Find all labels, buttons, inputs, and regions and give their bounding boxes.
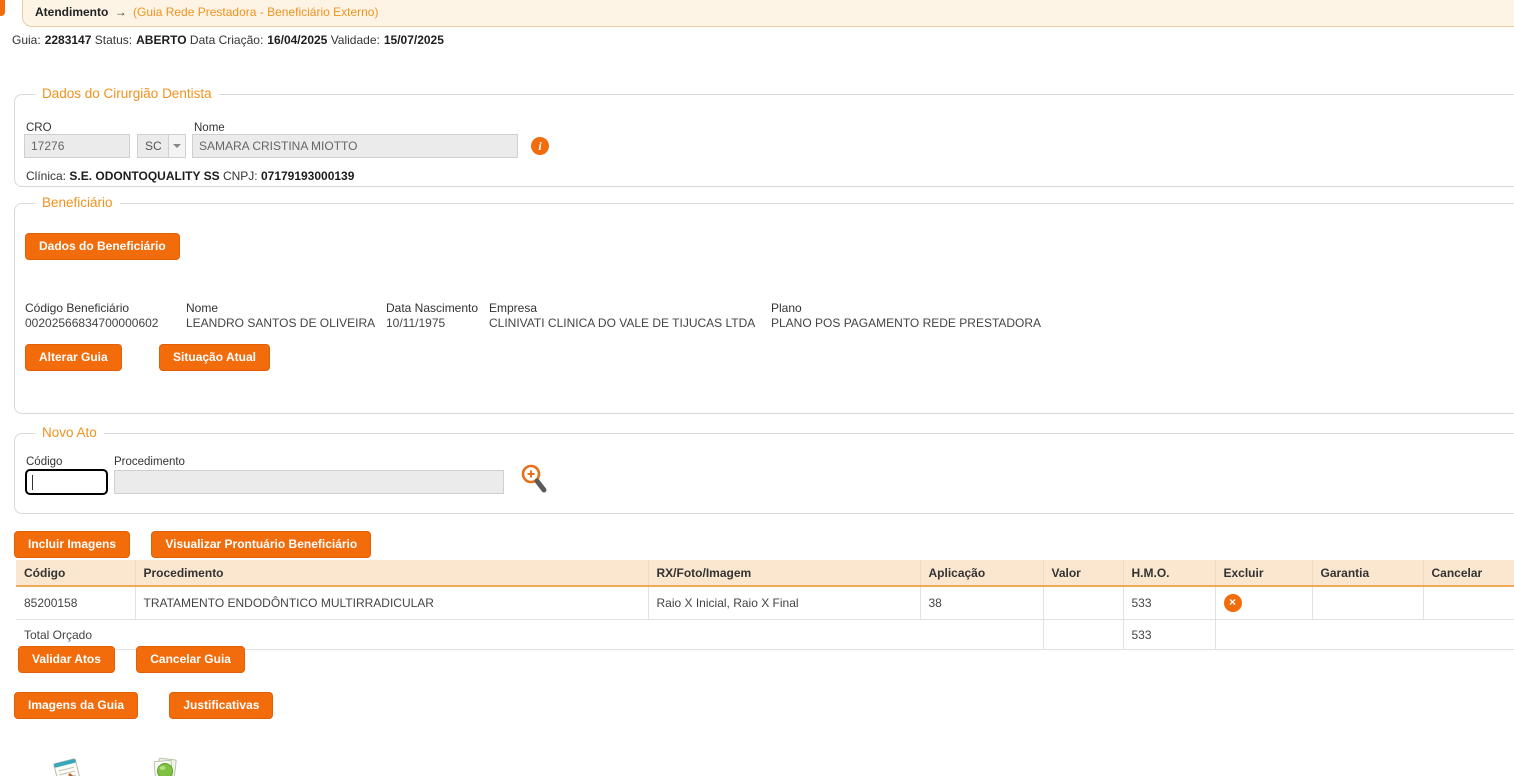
chevron-down-icon bbox=[168, 135, 185, 157]
breadcrumb-arrow-icon: → bbox=[114, 5, 127, 19]
clinica-line: Clínica: S.E. ODONTOQUALITY SS CNPJ: 071… bbox=[26, 169, 354, 183]
cell-procedimento: TRATAMENTO ENDODÔNTICO MULTIRRADICULAR bbox=[135, 586, 649, 620]
clinica-value: S.E. ODONTOQUALITY SS bbox=[69, 169, 220, 183]
notepad-icon[interactable] bbox=[50, 757, 84, 776]
beneficiario-nome-value: LEANDRO SANTOS DE OLIVEIRA bbox=[186, 316, 376, 330]
guia-status-line: Guia: 2283147 Status: ABERTO Data Criação:… bbox=[12, 33, 444, 47]
col-header-valor: Valor bbox=[1043, 560, 1124, 587]
cancelar-guia-button[interactable]: Cancelar Guia bbox=[136, 646, 245, 673]
empresa-label: Empresa bbox=[489, 301, 538, 315]
col-header-hmo: H.M.O. bbox=[1123, 560, 1216, 587]
fieldset-cirurgiao-dentista: Dados do Cirurgião Dentista CRO 17276 SC… bbox=[14, 86, 1514, 187]
total-label-cell: Total Orçado bbox=[16, 619, 1044, 650]
cell-garantia bbox=[1312, 586, 1424, 620]
uf-value: SC bbox=[145, 139, 162, 153]
beneficiario-plano-col: Plano PLANO POS PAGAMENTO REDE PRESTADOR… bbox=[771, 301, 1041, 330]
nome-label: Nome bbox=[194, 122, 225, 134]
situacao-atual-button[interactable]: Situação Atual bbox=[159, 344, 270, 371]
col-header-procedimento: Procedimento bbox=[135, 560, 649, 587]
cell-valor bbox=[1043, 586, 1124, 620]
codigo-beneficiario-value: 00202566834700000602 bbox=[25, 316, 159, 330]
procedimento-input bbox=[114, 470, 504, 494]
beneficiario-codigo-col: Código Beneficiário 00202566834700000602 bbox=[25, 301, 158, 330]
cro-field: 17276 bbox=[24, 134, 130, 158]
col-header-garantia: Garantia bbox=[1312, 560, 1424, 587]
cell-aplicacao: 38 bbox=[920, 586, 1044, 620]
data-nascimento-label: Data Nascimento bbox=[386, 301, 479, 315]
beneficiario-nascimento-col: Data Nascimento 10/11/1975 bbox=[386, 301, 478, 330]
cro-label: CRO bbox=[26, 122, 52, 134]
empresa-value: CLINIVATI CLINICA DO VALE DE TIJUCAS LTD… bbox=[489, 316, 756, 330]
cell-codigo: 85200158 bbox=[16, 586, 136, 620]
delete-icon[interactable]: × bbox=[1223, 594, 1242, 612]
cell-rx-foto-imagem: Raio X Inicial, Raio X Final bbox=[648, 586, 921, 620]
edge-tab-decoration bbox=[0, 0, 5, 16]
fieldset-novo-ato: Novo Ato Código Procedimento bbox=[14, 425, 1514, 514]
col-header-rx-foto-imagem: RX/Foto/Imagem bbox=[648, 560, 921, 587]
visualizar-prontuario-button[interactable]: Visualizar Prontuário Beneficiário bbox=[151, 531, 372, 558]
text-caret bbox=[32, 475, 33, 490]
status-value: ABERTO bbox=[136, 33, 187, 47]
validade-label: Validade: bbox=[330, 33, 380, 47]
criacao-label: Data Criação: bbox=[189, 33, 264, 47]
cnpj-value: 07179193000139 bbox=[260, 169, 355, 183]
beneficiario-nome-col: Nome LEANDRO SANTOS DE OLIVEIRA bbox=[186, 301, 375, 330]
codigo-ato-label: Código bbox=[26, 456, 63, 468]
clinica-label: Clínica: bbox=[26, 169, 67, 183]
uf-select: SC bbox=[137, 134, 186, 158]
col-header-aplicacao: Aplicação bbox=[920, 560, 1044, 587]
table-total-row: Total Orçado 533 bbox=[16, 619, 1514, 650]
alterar-guia-button[interactable]: Alterar Guia bbox=[25, 344, 122, 371]
fieldset-novo-ato-legend: Novo Ato bbox=[35, 425, 104, 440]
cell-cancelar bbox=[1423, 586, 1514, 620]
codigo-beneficiario-label: Código Beneficiário bbox=[25, 301, 130, 315]
total-valor-cell bbox=[1043, 619, 1124, 650]
total-empty-cell bbox=[1215, 619, 1514, 650]
page: Atendimento → (Guia Rede Prestadora - Be… bbox=[0, 0, 1514, 776]
col-header-cancelar: Cancelar bbox=[1423, 560, 1514, 587]
cnpj-label: CNPJ: bbox=[222, 169, 258, 183]
col-header-excluir: Excluir bbox=[1215, 560, 1313, 587]
criacao-value: 16/04/2025 bbox=[267, 33, 328, 47]
dados-beneficiario-button[interactable]: Dados do Beneficiário bbox=[25, 233, 180, 260]
codigo-ato-input[interactable] bbox=[25, 469, 108, 495]
beneficiario-empresa-col: Empresa CLINIVATI CLINICA DO VALE DE TIJ… bbox=[489, 301, 755, 330]
cell-hmo: 533 bbox=[1123, 586, 1216, 620]
guia-number: 2283147 bbox=[44, 33, 92, 47]
images-icon[interactable] bbox=[149, 757, 181, 776]
breadcrumb: Atendimento → (Guia Rede Prestadora - Be… bbox=[22, 0, 1514, 27]
status-label: Status: bbox=[94, 33, 133, 47]
search-zoom-icon[interactable] bbox=[519, 463, 549, 495]
breadcrumb-section: Atendimento bbox=[35, 5, 109, 19]
fieldset-beneficiario-legend: Beneficiário bbox=[35, 195, 120, 210]
breadcrumb-page[interactable]: (Guia Rede Prestadora - Beneficiário Ext… bbox=[133, 5, 378, 19]
table-row: 85200158 TRATAMENTO ENDODÔNTICO MULTIRRA… bbox=[16, 586, 1514, 620]
procedimento-label: Procedimento bbox=[114, 456, 185, 468]
plano-value: PLANO POS PAGAMENTO REDE PRESTADORA bbox=[771, 316, 1042, 330]
atos-table: Código Procedimento RX/Foto/Imagem Aplic… bbox=[16, 560, 1514, 650]
plano-label: Plano bbox=[771, 301, 802, 315]
fieldset-cirurgiao-legend: Dados do Cirurgião Dentista bbox=[35, 86, 219, 101]
table-header-row: Código Procedimento RX/Foto/Imagem Aplic… bbox=[16, 560, 1514, 587]
total-hmo-cell: 533 bbox=[1123, 619, 1216, 650]
cell-excluir: × bbox=[1215, 586, 1313, 620]
guia-label: Guia: bbox=[12, 33, 41, 47]
data-nascimento-value: 10/11/1975 bbox=[386, 316, 446, 330]
nome-field: SAMARA CRISTINA MIOTTO bbox=[192, 134, 518, 158]
justificativas-button[interactable]: Justificativas bbox=[169, 692, 274, 719]
info-icon[interactable]: i bbox=[531, 137, 549, 155]
fieldset-beneficiario: Beneficiário Dados do Beneficiário Códig… bbox=[14, 195, 1514, 414]
validade-value: 15/07/2025 bbox=[383, 33, 444, 47]
bottom-icons bbox=[50, 757, 181, 776]
imagens-da-guia-button[interactable]: Imagens da Guia bbox=[14, 692, 139, 719]
beneficiario-nome-label: Nome bbox=[186, 301, 219, 315]
col-header-codigo: Código bbox=[16, 560, 136, 587]
incluir-imagens-button[interactable]: Incluir Imagens bbox=[14, 531, 131, 558]
validar-atos-button[interactable]: Validar Atos bbox=[18, 646, 115, 673]
